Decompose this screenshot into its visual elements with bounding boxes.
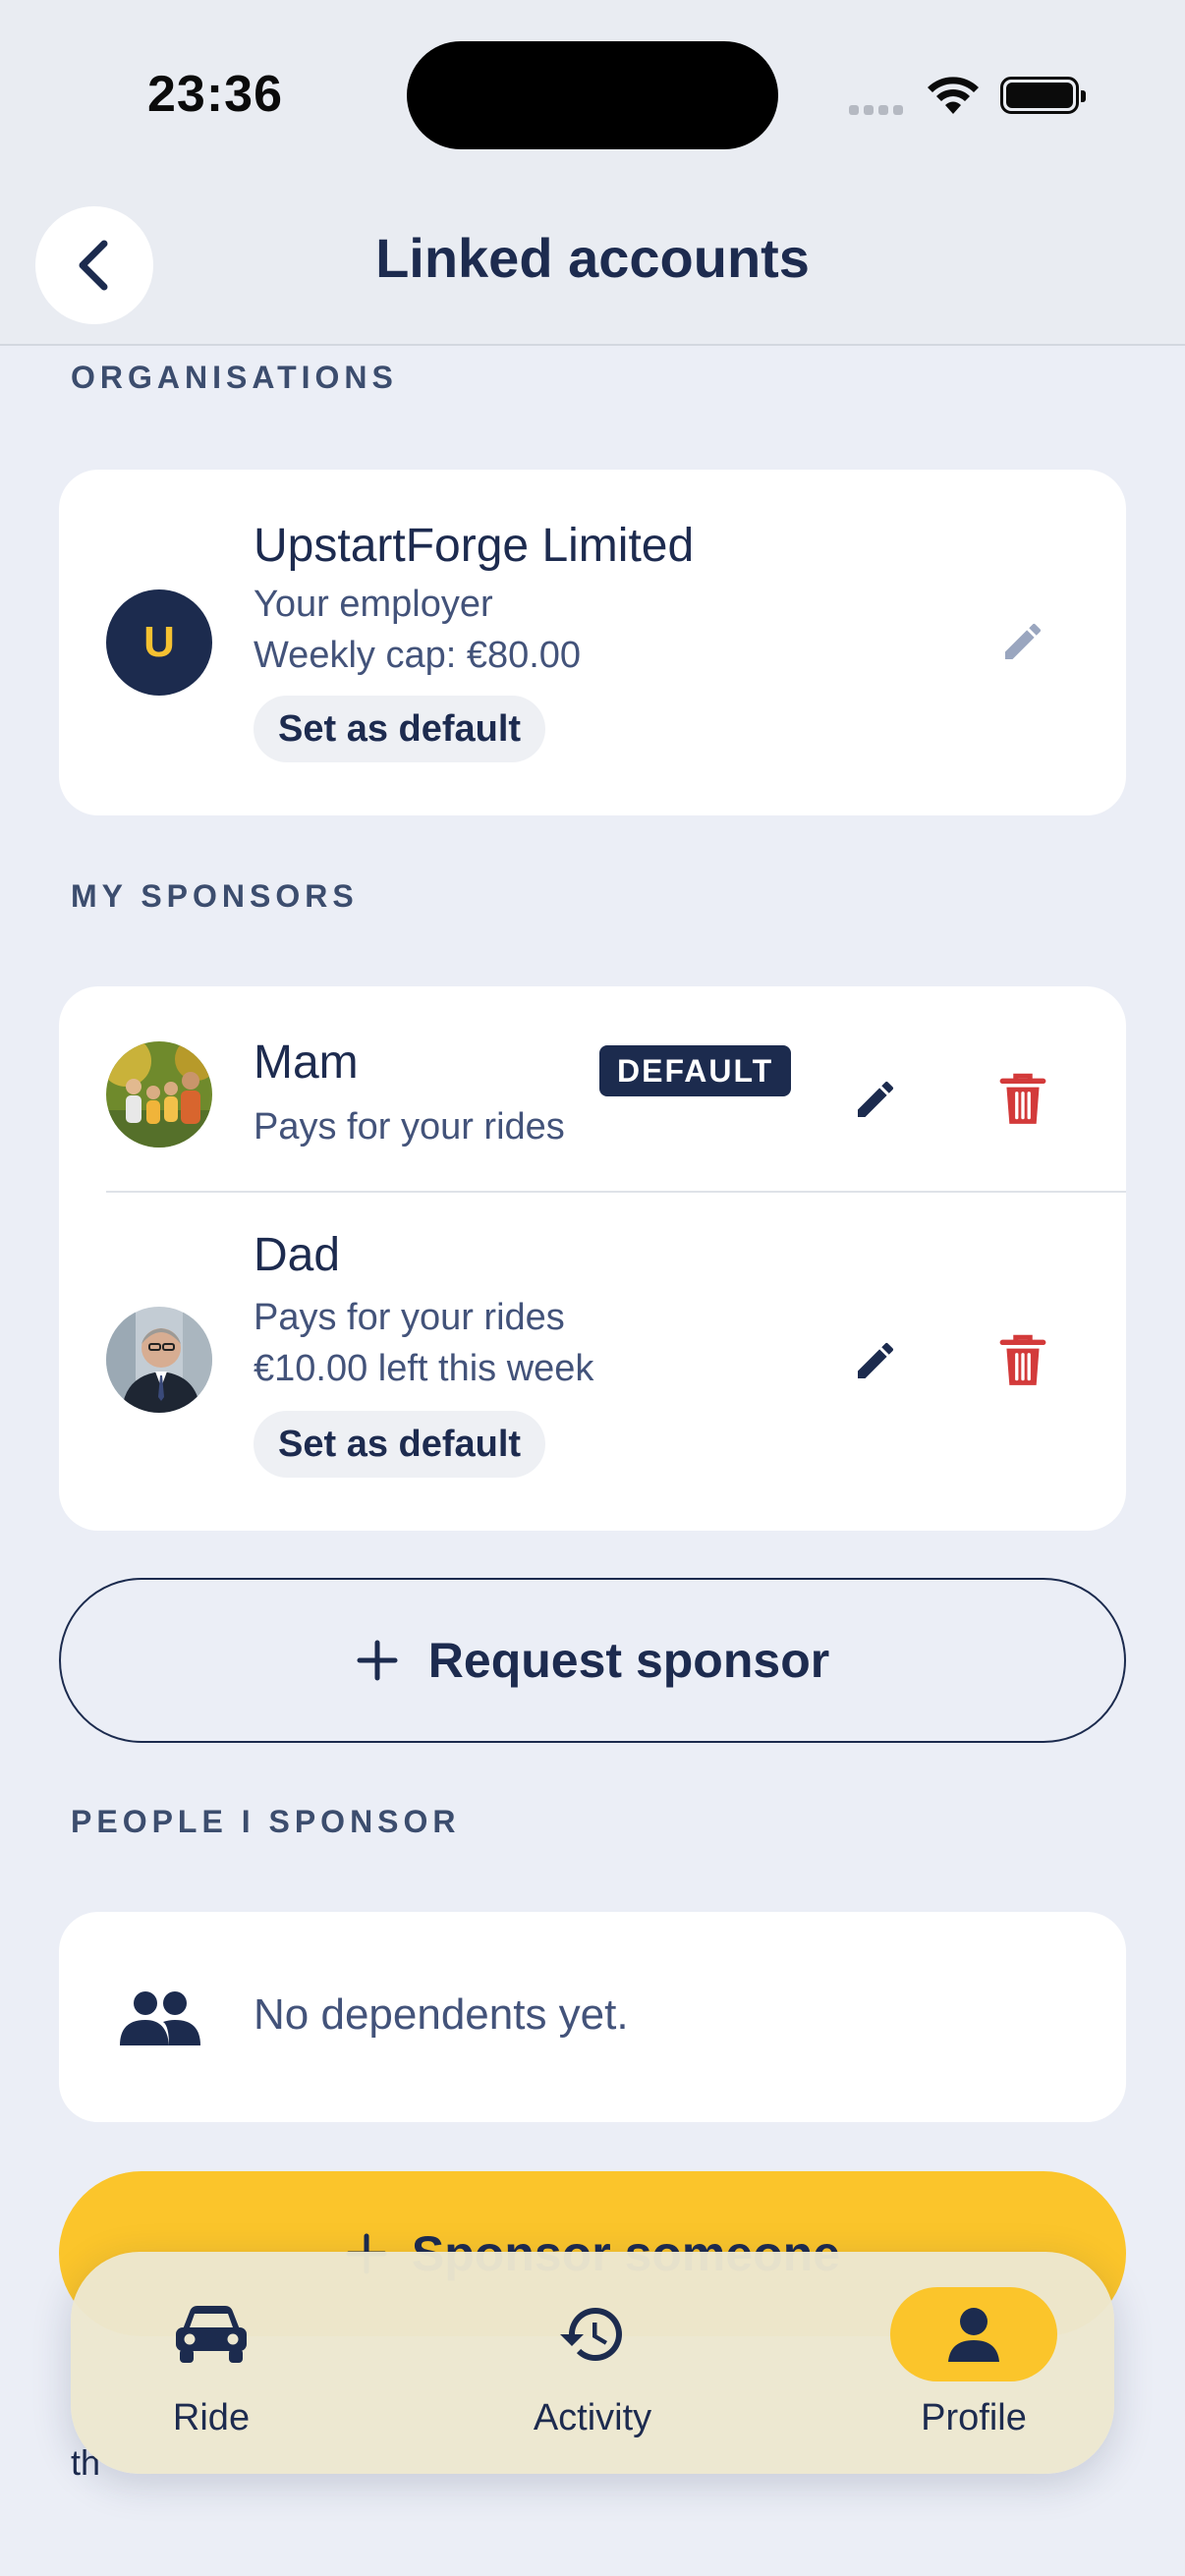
sponsor-name: Dad xyxy=(254,1229,341,1281)
organisation-role: Your employer xyxy=(254,584,493,625)
section-label-people-i-sponsor: PEOPLE I SPONSOR xyxy=(71,1804,461,1839)
edit-sponsor-button[interactable] xyxy=(841,1065,910,1134)
empty-dependents-text: No dependents yet. xyxy=(254,1990,629,2039)
section-label-organisations: ORGANISATIONS xyxy=(71,360,398,395)
status-time: 23:36 xyxy=(147,66,283,123)
tab-profile[interactable]: Profile xyxy=(851,2287,1097,2454)
section-label-my-sponsors: MY SPONSORS xyxy=(71,878,359,914)
organisation-name: UpstartForge Limited xyxy=(254,520,695,572)
set-default-button[interactable]: Set as default xyxy=(254,696,546,762)
sponsors-card: Mam DEFAULT Pays for your rides Dad Pays… xyxy=(59,986,1126,1531)
tab-label: Ride xyxy=(172,2397,251,2438)
pencil-icon xyxy=(858,1081,894,1117)
car-icon xyxy=(176,2306,247,2363)
default-badge: DEFAULT xyxy=(599,1045,792,1096)
people-icon xyxy=(118,1990,200,2050)
divider xyxy=(106,1191,1126,1193)
tab-bar: Ride Activity Profile xyxy=(71,2252,1114,2474)
delete-sponsor-button[interactable] xyxy=(988,1326,1057,1395)
organisation-weekly-cap: Weekly cap: €80.00 xyxy=(254,635,582,676)
dependents-card: No dependents yet. xyxy=(59,1912,1126,2122)
pencil-icon xyxy=(1005,623,1042,659)
tab-ride[interactable]: Ride xyxy=(88,2287,334,2454)
set-default-button[interactable]: Set as default xyxy=(254,1411,546,1478)
status-bar: 23:36 xyxy=(0,0,1185,196)
sponsor-description: Pays for your rides xyxy=(254,1106,565,1148)
sponsor-avatar xyxy=(106,1307,212,1413)
tab-label: Profile xyxy=(921,2397,1027,2438)
edit-sponsor-button[interactable] xyxy=(841,1326,910,1395)
sponsor-avatar xyxy=(106,1041,212,1148)
trash-icon xyxy=(999,1073,1046,1124)
request-sponsor-label: Request sponsor xyxy=(427,1633,830,1688)
sponsor-remaining-balance: €10.00 left this week xyxy=(254,1348,594,1389)
battery-icon xyxy=(1000,77,1086,114)
sponsor-name: Mam xyxy=(254,1036,359,1089)
cellular-signal-icon xyxy=(849,102,908,120)
request-sponsor-button[interactable]: Request sponsor xyxy=(59,1578,1126,1743)
organisation-card[interactable]: U UpstartForge Limited Your employer Wee… xyxy=(59,470,1126,815)
edit-organisation-button[interactable] xyxy=(988,607,1057,676)
trash-icon xyxy=(999,1334,1046,1385)
dynamic-island xyxy=(407,41,778,149)
person-icon xyxy=(948,2308,999,2362)
delete-sponsor-button[interactable] xyxy=(988,1065,1057,1134)
tab-activity[interactable]: Activity xyxy=(470,2287,715,2454)
plus-icon xyxy=(357,1640,398,1681)
wifi-icon xyxy=(928,77,979,114)
organisation-avatar: U xyxy=(106,589,212,696)
navigation-header: Linked accounts xyxy=(0,196,1185,346)
sponsor-description: Pays for your rides xyxy=(254,1297,565,1338)
history-icon xyxy=(560,2308,622,2361)
page-title: Linked accounts xyxy=(375,227,810,289)
tab-label: Activity xyxy=(533,2397,652,2438)
pencil-icon xyxy=(858,1342,894,1378)
